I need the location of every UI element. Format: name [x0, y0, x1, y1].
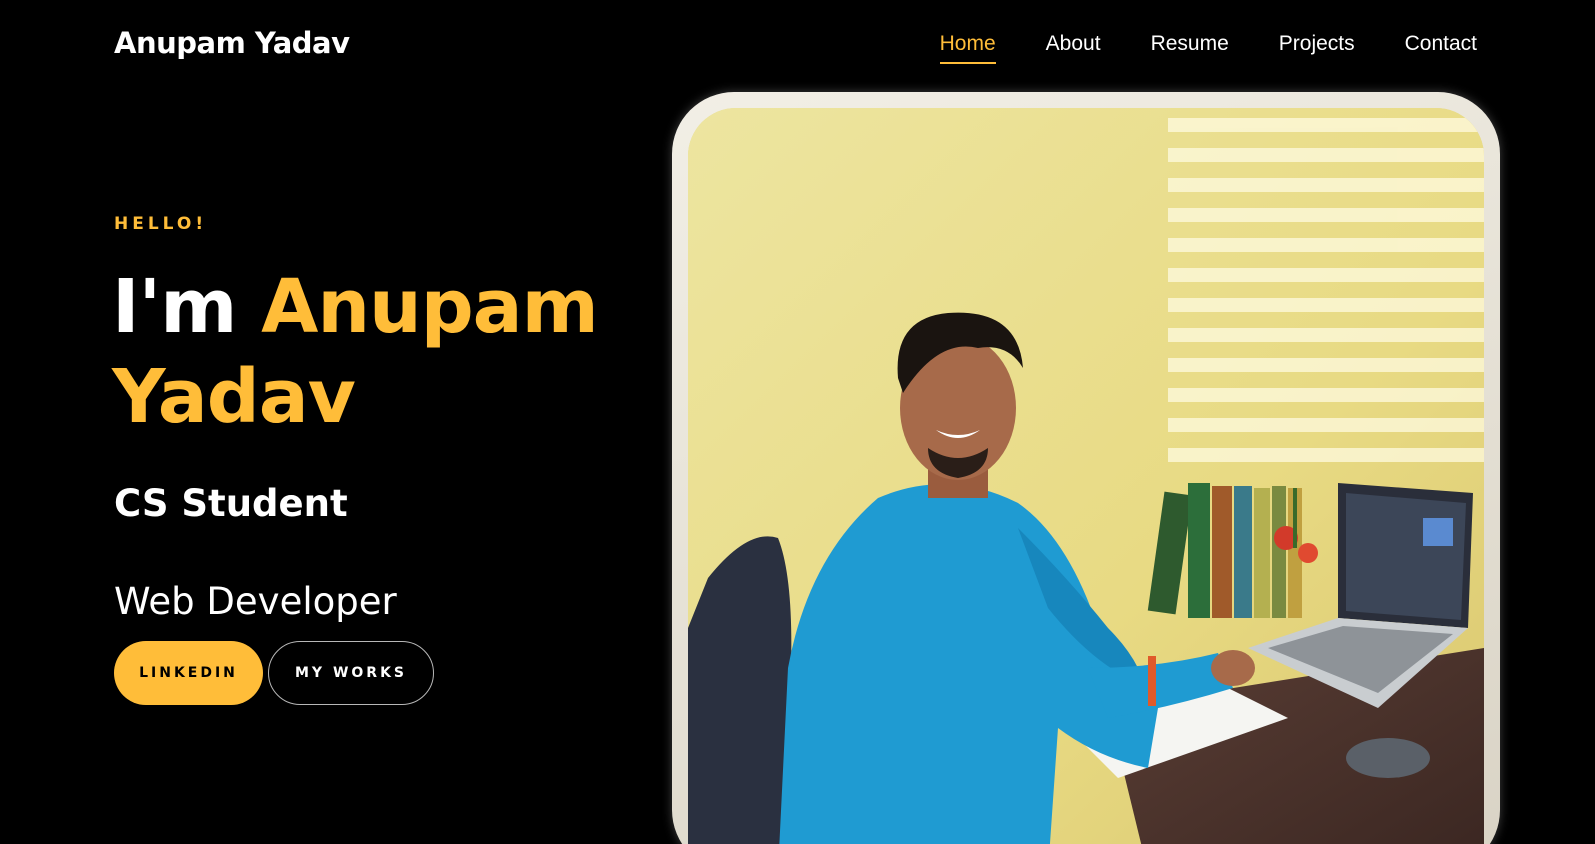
role-primary: CS Student [114, 482, 348, 525]
intro-text: I'm [112, 264, 237, 350]
nav-contact[interactable]: Contact [1405, 32, 1477, 62]
my-works-button[interactable]: MY WORKS [268, 641, 434, 705]
role-secondary: Web Developer [114, 580, 397, 623]
nav-home[interactable]: Home [939, 32, 996, 64]
nav-projects[interactable]: Projects [1279, 32, 1355, 62]
first-name: Anupam [261, 264, 599, 350]
nav-resume[interactable]: Resume [1151, 32, 1229, 62]
last-name: Yadav [112, 354, 356, 440]
main-nav: Home About Resume Projects Contact [890, 32, 1477, 64]
profile-photo [688, 108, 1484, 844]
photo-frame [672, 92, 1500, 844]
site-logo[interactable]: Anupam Yadav [114, 26, 350, 60]
linkedin-button[interactable]: LINKEDIN [114, 641, 263, 705]
hero-headline: I'm Anupam Yadav [112, 262, 632, 442]
nav-about[interactable]: About [1046, 32, 1101, 62]
profile-photo-illustration [688, 108, 1484, 844]
greeting-text: HELLO! [114, 214, 208, 234]
